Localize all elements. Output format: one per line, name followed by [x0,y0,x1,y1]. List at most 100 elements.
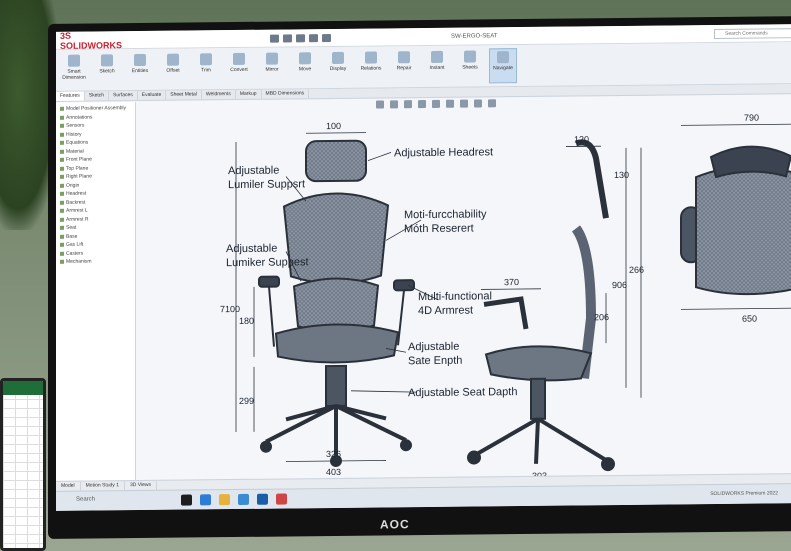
chair-drawing: Adjustable Headrest Adjustable Lumiler S… [220,113,791,496]
top-seat[interactable] [695,165,791,296]
document-title: SW-ERGO-SEAT [451,32,498,40]
dim-front-base-inner: 326 [326,449,341,459]
tab-mbd[interactable]: MBD Dimensions [261,89,310,99]
tab-model[interactable]: Model [56,481,81,491]
backrest[interactable] [282,192,390,285]
dim-front-head-width: 100 [326,121,341,131]
dim-top-width: 790 [744,113,759,123]
instant-icon [431,50,443,63]
tab-sketch[interactable]: Sketch [84,91,110,101]
screen: 3S SOLIDWORKS SW-ERGO-SEAT Search Comman… [56,24,791,511]
move-icon [299,52,311,65]
offset-icon [167,53,179,66]
dim-side-total: 266 [629,265,644,275]
tab-sheet-metal[interactable]: Sheet Metal [166,90,202,100]
repair-icon [398,51,410,64]
headrest-label: Adjustable Headrest [394,146,493,159]
solidworks-icon[interactable] [276,493,287,505]
tab-weldments[interactable]: Weldments [201,90,236,100]
seat[interactable] [274,323,400,364]
dim-side-headrest: 120 [574,134,589,144]
tree-item[interactable]: Mechanism [58,257,133,266]
lumbar2-label-line2: Lumiker Suppest [226,256,309,269]
undo-icon[interactable] [322,33,331,42]
lumbar2-label-line1: Adjustable [226,243,277,256]
sketch-icon [101,54,113,67]
multi-label-line2: Móth Reserert [404,223,474,236]
open-icon[interactable] [283,33,292,43]
seat-label-line2: Sate Enpth [408,355,462,368]
print-icon[interactable] [309,33,318,42]
gas-lift[interactable] [325,364,347,408]
ribbon-button[interactable]: Relations [357,49,385,84]
right-armrest[interactable] [393,279,415,292]
dim-side-mid: 906 [612,280,627,290]
ribbon-button[interactable]: Smart Dimension [60,53,88,88]
ribbon-button[interactable]: Mirror [258,50,286,85]
relations-icon [365,51,377,64]
ribbon-button-selected[interactable]: Navigate [489,48,517,84]
ribbon-button[interactable]: Display [324,50,352,85]
headrest[interactable] [305,139,367,183]
dim-front-lower: 299 [239,396,254,406]
armrest-label-line1: Multi-functional [418,290,492,303]
left-armrest[interactable] [258,275,280,288]
mirror-icon [266,52,278,65]
app-logo: 3S SOLIDWORKS [60,30,122,51]
dim-side-top: 130 [614,170,629,180]
dim-side-seat: 206 [594,312,609,322]
ribbon-button[interactable]: Instant [423,49,451,84]
store-icon[interactable] [238,493,249,505]
taskbar-search[interactable]: Search [76,496,95,502]
phone-spreadsheet [3,395,43,548]
sheets-icon [464,50,476,63]
tab-features[interactable]: Features [56,91,85,101]
tab-evaluate[interactable]: Evaluate [137,90,167,101]
navigate-icon [497,51,509,64]
seat-label-line1: Adjustable [408,341,459,354]
ribbon-button[interactable]: Trim [192,51,220,86]
monitor: 3S SOLIDWORKS SW-ERGO-SEAT Search Comman… [48,16,791,539]
side-armrest[interactable] [483,296,529,330]
start-icon[interactable] [181,494,192,506]
mail-icon[interactable] [257,493,268,505]
explorer-icon[interactable] [219,494,230,506]
dim-side-arm: 370 [504,277,519,287]
entities-icon [134,53,146,67]
lumbar-support[interactable] [292,277,380,332]
display-icon [332,51,344,65]
quick-access-toolbar [270,33,331,43]
top-view [680,145,791,296]
lumbar-label-line2: Lumiler Suppsrt [228,178,305,191]
side-headrest[interactable] [575,139,609,219]
top-backrest[interactable] [709,145,791,179]
save-icon[interactable] [296,33,305,42]
dimension-icon [68,54,80,67]
edge-icon[interactable] [200,494,211,506]
ribbon-button[interactable]: Entities [126,52,154,87]
dim-front-upper: 180 [239,316,254,326]
tab-3d-views[interactable]: 3D Views [124,480,158,491]
convert-icon [233,52,245,66]
new-icon[interactable] [270,34,279,43]
drawing-canvas[interactable]: Adjustable Headrest Adjustable Lumiler S… [136,96,791,496]
monitor-brand: AOC [380,517,410,532]
ribbon-button[interactable]: Offset [159,52,187,87]
tab-markup[interactable]: Markup [235,89,262,100]
feature-tree: Model Positioner Assembly Annotations Se… [56,102,136,481]
tab-motion-study[interactable]: Motion Study 1 [80,481,125,491]
dim-top-depth: 650 [742,314,757,324]
phone [0,378,46,551]
ribbon-button[interactable]: Sketch [93,52,121,87]
seat-depth-label: Adjustable Seat Dapth [408,386,517,399]
ribbon-button[interactable]: Convert [225,51,253,86]
lumbar-label-line1: Adjustable [228,165,279,178]
ribbon-button[interactable]: Move [291,50,319,85]
ribbon-button[interactable]: Repair [390,49,418,84]
tab-surfaces[interactable]: Surfaces [109,91,138,101]
trim-icon [200,53,212,66]
dim-front-height: 7100 [220,304,240,314]
side-seat[interactable] [484,345,593,382]
search-input[interactable]: Search Commands [714,27,791,39]
ribbon-button[interactable]: Sheets [456,48,484,83]
